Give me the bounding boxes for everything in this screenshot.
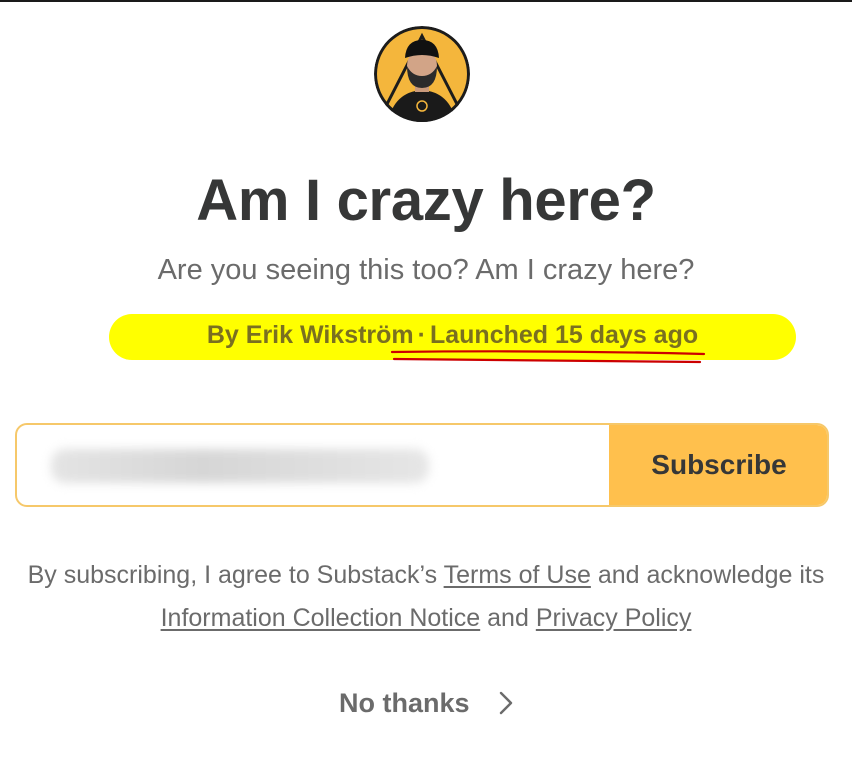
privacy-policy-link[interactable]: Privacy Policy: [536, 604, 692, 632]
information-collection-notice-link[interactable]: Information Collection Notice: [161, 604, 481, 632]
legal-prefix: By subscribing, I agree to Substack’s: [27, 561, 438, 589]
red-annotation-underline: [390, 350, 706, 364]
author-avatar: [374, 26, 470, 122]
subscribe-form: Subscribe: [15, 423, 829, 507]
subscribe-button[interactable]: Subscribe: [609, 425, 827, 505]
top-border: [0, 0, 852, 2]
no-thanks-button[interactable]: No thanks: [0, 684, 852, 722]
author-name: By Erik Wikström: [206, 321, 414, 349]
email-redacted-value: [51, 449, 429, 483]
legal-notice: By subscribing, I agree to Substack’s Te…: [0, 554, 852, 640]
publication-title: Am I crazy here?: [196, 168, 656, 233]
no-thanks-label: No thanks: [338, 688, 470, 718]
publication-tagline: Are you seeing this too? Am I crazy here…: [157, 254, 695, 286]
chevron-right-icon: [499, 691, 513, 715]
byline-separator: ·: [417, 321, 426, 349]
terms-of-use-link[interactable]: Terms of Use: [444, 561, 591, 589]
legal-middle: and acknowledge its: [597, 561, 825, 589]
launch-date: Launched 15 days ago: [429, 321, 699, 349]
legal-and: and: [487, 604, 529, 632]
